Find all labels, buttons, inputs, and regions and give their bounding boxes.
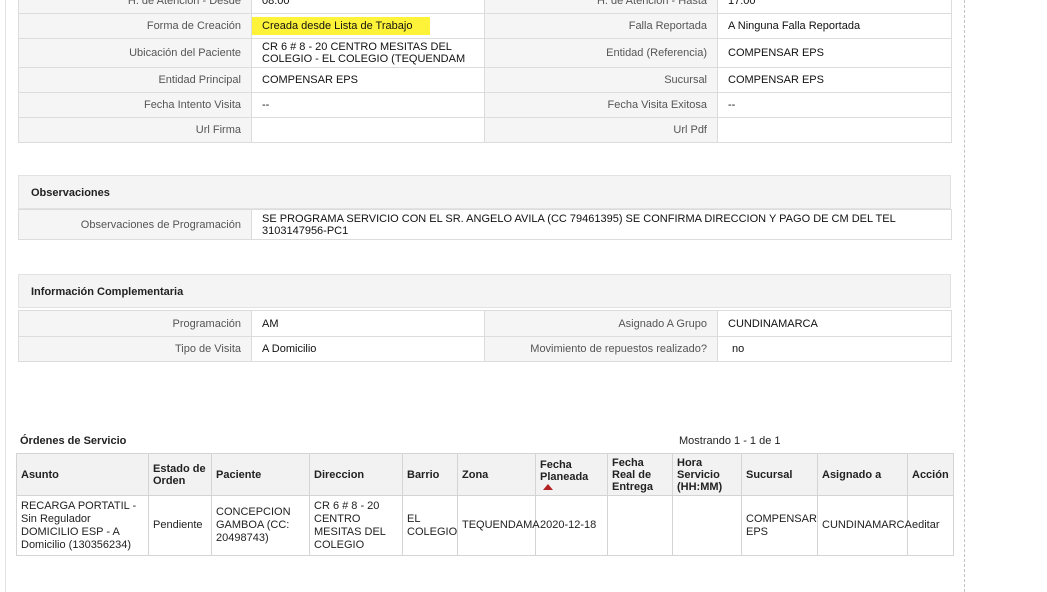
complementaria-row: Programación AM Asignado A Grupo CUNDINA… <box>18 310 952 337</box>
field-label: Asignado A Grupo <box>484 310 718 337</box>
column-header-asunto[interactable]: Asunto <box>16 453 149 496</box>
field-value: Creada desde Lista de Trabajo <box>251 13 485 39</box>
left-border <box>5 0 6 592</box>
field-label: Forma de Creación <box>18 13 252 39</box>
details-row: Entidad Principal COMPENSAR EPS Sucursal… <box>18 67 952 93</box>
orders-count: Mostrando 1 - 1 de 1 <box>679 435 781 447</box>
column-header-paciente[interactable]: Paciente <box>211 453 310 496</box>
field-value: COMPENSAR EPS <box>717 67 952 93</box>
field-label: H. de Atención - Desde <box>18 0 252 14</box>
column-header-barrio[interactable]: Barrio <box>402 453 458 496</box>
cell-estado: Pendiente <box>148 495 212 556</box>
field-label: H. de Atención - Hasta <box>484 0 718 14</box>
orders-header-row: Asunto Estado de Orden Paciente Direccio… <box>16 453 954 496</box>
field-label: Sucursal <box>484 67 718 93</box>
field-value: COMPENSAR EPS <box>251 67 485 93</box>
orders-table: Asunto Estado de Orden Paciente Direccio… <box>16 453 954 556</box>
field-label: Programación <box>18 310 252 337</box>
observaciones-row: Observaciones de Programación SE PROGRAM… <box>18 209 952 240</box>
field-label: Tipo de Visita <box>18 336 252 362</box>
cell-asignado: CUNDINAMARCA <box>817 495 912 556</box>
field-value: A Domicilio <box>251 336 485 362</box>
column-header-sucursal[interactable]: Sucursal <box>741 453 818 496</box>
service-details-table: H. de Atención - Desde 08:00 H. de Atenc… <box>18 0 952 143</box>
cell-direccion: CR 6 # 8 - 20 CENTRO MESITAS DEL COLEGIO <box>309 495 403 556</box>
cell-asunto: RECARGA PORTATIL - Sin Regulador DOMICIL… <box>16 495 149 556</box>
column-header-fecha-planeada[interactable]: Fecha Planeada <box>535 453 608 496</box>
field-value: COMPENSAR EPS <box>717 38 952 68</box>
complementaria-table: Programación AM Asignado A Grupo CUNDINA… <box>18 310 952 362</box>
field-value[interactable] <box>717 117 952 143</box>
cell-zona: TEQUENDAMA <box>457 495 540 556</box>
cell-fecha-real <box>607 495 673 556</box>
dashed-divider <box>964 0 965 592</box>
observaciones-table: Observaciones de Programación SE PROGRAM… <box>18 209 952 240</box>
column-header-hora-servicio[interactable]: Hora Servicio (HH:MM) <box>672 453 742 496</box>
field-value: CR 6 # 8 - 20 CENTRO MESITAS DEL COLEGIO… <box>251 38 485 68</box>
field-value: SE PROGRAMA SERVICIO CON EL SR. ANGELO A… <box>251 209 952 240</box>
field-value: A Ninguna Falla Reportada <box>717 13 952 39</box>
field-value: 08:00 <box>251 0 485 14</box>
field-value: CUNDINAMARCA <box>717 310 952 337</box>
field-label: Url Pdf <box>484 117 718 143</box>
field-value: 17:00 <box>717 0 952 14</box>
details-row: Fecha Intento Visita -- Fecha Visita Exi… <box>18 92 952 118</box>
column-header-label: Fecha Planeada <box>540 459 589 483</box>
field-value: -- <box>251 92 485 118</box>
highlighted-value: Creada desde Lista de Trabajo <box>252 17 431 35</box>
observaciones-section-title: Observaciones <box>18 175 951 209</box>
field-label: Falla Reportada <box>484 13 718 39</box>
complementaria-section-title: Información Complementaria <box>18 274 951 308</box>
field-label: Fecha Visita Exitosa <box>484 92 718 118</box>
column-header-accion: Acción <box>907 453 954 496</box>
field-label: Observaciones de Programación <box>18 209 252 240</box>
column-header-estado[interactable]: Estado de Orden <box>148 453 212 496</box>
field-value: AM <box>251 310 485 337</box>
field-label: Entidad (Referencia) <box>484 38 718 68</box>
table-row: RECARGA PORTATIL - Sin Regulador DOMICIL… <box>16 495 954 556</box>
cell-paciente: CONCEPCION GAMBOA (CC: 20498743) <box>211 495 310 556</box>
field-label: Url Firma <box>18 117 252 143</box>
column-header-direccion[interactable]: Direccion <box>309 453 403 496</box>
field-value: no <box>717 336 952 362</box>
sort-ascending-icon <box>543 484 553 490</box>
column-header-asignado[interactable]: Asignado a <box>817 453 908 496</box>
field-value[interactable] <box>251 117 485 143</box>
details-row: Ubicación del Paciente CR 6 # 8 - 20 CEN… <box>18 38 952 68</box>
details-row: Url Firma Url Pdf <box>18 117 952 143</box>
field-label: Ubicación del Paciente <box>18 38 252 68</box>
cell-fecha-planeada: 2020-12-18 <box>535 495 608 556</box>
cell-sucursal: COMPENSAR EPS <box>741 495 818 556</box>
column-header-fecha-real[interactable]: Fecha Real de Entrega <box>607 453 673 496</box>
orders-title: Órdenes de Servicio <box>20 435 127 447</box>
field-label: Entidad Principal <box>18 67 252 93</box>
edit-link[interactable]: editar <box>907 495 954 556</box>
field-label: Fecha Intento Visita <box>18 92 252 118</box>
column-header-zona[interactable]: Zona <box>457 453 536 496</box>
complementaria-row: Tipo de Visita A Domicilio Movimiento de… <box>18 336 952 362</box>
details-row: H. de Atención - Desde 08:00 H. de Atenc… <box>18 0 952 14</box>
cell-hora-servicio <box>672 495 742 556</box>
field-value: -- <box>717 92 952 118</box>
cell-barrio: EL COLEGIO <box>402 495 458 556</box>
details-row: Forma de Creación Creada desde Lista de … <box>18 13 952 39</box>
field-label: Movimiento de repuestos realizado? <box>484 336 718 362</box>
